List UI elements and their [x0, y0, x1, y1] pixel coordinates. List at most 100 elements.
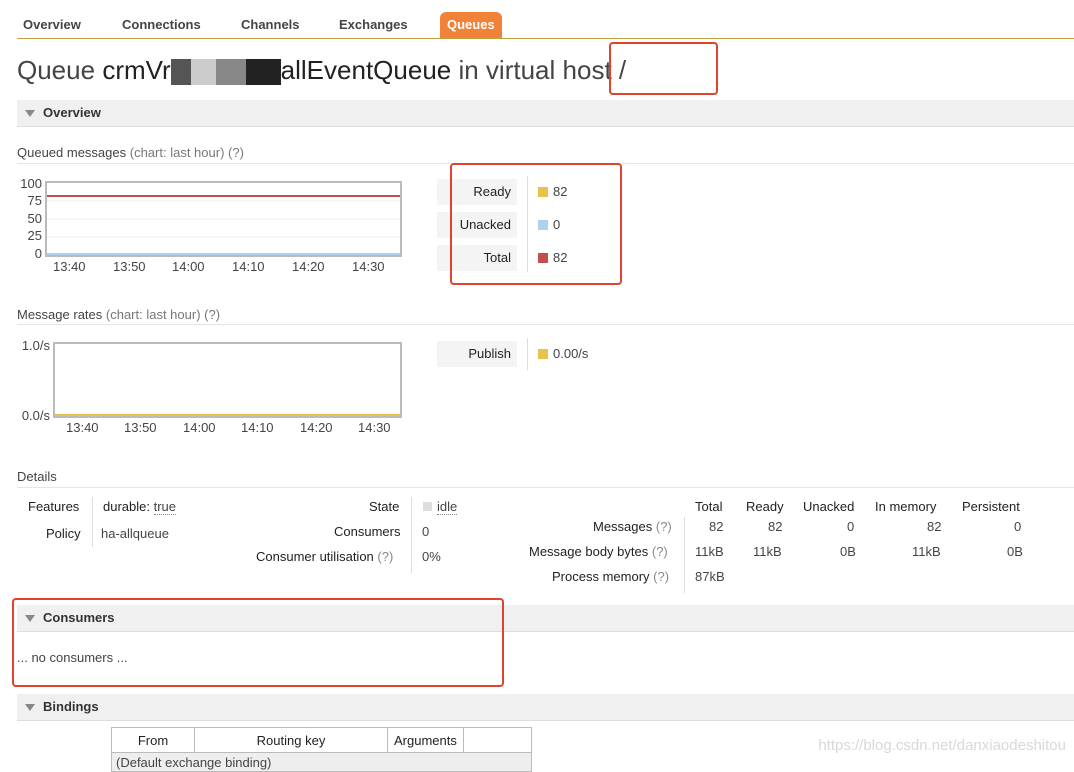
features-value: durable: true: [103, 499, 177, 515]
col-header-routing-key: Routing key: [194, 727, 388, 753]
y-tick: 100: [20, 176, 42, 191]
col-header-arguments: Arguments: [387, 727, 464, 753]
nav-tab-connections[interactable]: Connections: [122, 12, 201, 38]
collapse-triangle-icon: [25, 110, 35, 118]
row-label-body-bytes: Message body bytes (?): [529, 544, 668, 559]
queue-name-end: allEventQueue: [280, 55, 452, 85]
nav-tab-channels[interactable]: Channels: [241, 12, 300, 38]
title-prefix: Queue: [17, 55, 96, 85]
x-tick: 14:20: [292, 259, 325, 274]
message-rates-chart: [53, 342, 402, 418]
row-label-text: Messages: [593, 519, 653, 534]
col-header-persistent: Persistent: [962, 499, 1020, 514]
rates-chart-svg: [55, 414, 400, 416]
y-tick: 1.0/s: [21, 338, 50, 353]
details-separator: [92, 497, 93, 547]
rates-chart-note[interactable]: (chart: last hour): [106, 307, 201, 322]
row-label-text: Message body bytes: [529, 544, 649, 559]
queued-messages-heading: Queued messages (chart: last hour) (?): [17, 145, 244, 160]
queued-chart-note[interactable]: (chart: last hour): [130, 145, 225, 160]
stat-value-publish: 0.00/s: [553, 346, 589, 361]
table-header-row: From Routing key Arguments: [111, 727, 532, 753]
bytes-in-memory: 11kB: [912, 544, 941, 559]
y-tick: 0: [34, 246, 42, 261]
queued-heading-text: Queued messages: [17, 145, 127, 160]
row-label-messages: Messages (?): [593, 519, 672, 534]
rates-help-link[interactable]: (?): [204, 307, 220, 322]
watermark: https://blog.csdn.net/danxiaodeshitou: [818, 737, 1066, 754]
process-memory-total: 87kB: [695, 569, 725, 584]
y-tick: 25: [27, 228, 42, 243]
messages-persistent: 0: [1014, 519, 1022, 534]
col-header-in-memory: In memory: [875, 499, 937, 514]
x-tick: 14:10: [241, 420, 274, 435]
section-overview[interactable]: Overview: [17, 100, 1074, 127]
nav-tab-overview[interactable]: Overview: [23, 12, 81, 38]
x-tick: 14:20: [300, 420, 333, 435]
col-header-ready: Ready: [746, 499, 784, 514]
x-tick: 14:30: [352, 259, 385, 274]
col-header-actions: [462, 727, 532, 753]
col-header-total: Total: [695, 499, 723, 514]
utilisation-value: 0%: [422, 549, 441, 564]
consumers-label: Consumers: [334, 524, 401, 539]
nav-tab-queues[interactable]: Queues: [440, 12, 502, 38]
y-tick: 50: [27, 211, 42, 226]
bindings-table: From Routing key Arguments (Default exch…: [111, 727, 532, 772]
bytes-total: 11kB: [695, 544, 724, 559]
x-tick: 14:00: [172, 259, 205, 274]
messages-total: 82: [709, 519, 724, 534]
redacted-block: [170, 59, 281, 86]
policy-value[interactable]: ha-allqueue: [101, 526, 169, 541]
highlight-box-consumers: [12, 598, 504, 687]
x-tick: 14:00: [183, 420, 216, 435]
state-label: State: [369, 499, 400, 514]
x-tick: 13:50: [124, 420, 157, 435]
page-title: Queue crmVr allEventQueue in virtual host…: [17, 55, 626, 86]
queued-help-link[interactable]: (?): [228, 145, 244, 160]
rates-heading-text: Message rates: [17, 307, 103, 322]
col-header-from: From: [111, 727, 195, 753]
x-tick: 13:50: [113, 259, 146, 274]
utilisation-label-text: Consumer utilisation: [256, 549, 374, 564]
help-link[interactable]: (?): [656, 519, 672, 534]
features-durable-value[interactable]: true: [153, 499, 177, 515]
bytes-ready: 11kB: [753, 544, 782, 559]
consumers-value: 0: [422, 524, 430, 539]
details-separator: [411, 497, 412, 573]
row-label-text: Process memory: [552, 569, 650, 584]
section-bindings[interactable]: Bindings: [17, 694, 1074, 721]
queued-messages-chart: [45, 181, 402, 257]
table-row: (Default exchange binding): [111, 752, 532, 772]
bytes-persistent: 0B: [1007, 544, 1023, 559]
highlight-box-vhost: [609, 42, 718, 95]
help-link[interactable]: (?): [652, 544, 668, 559]
details-heading: Details: [17, 469, 57, 484]
bytes-unacked: 0B: [840, 544, 856, 559]
section-bindings-label: Bindings: [43, 699, 99, 714]
utilisation-help-link[interactable]: (?): [377, 549, 393, 564]
message-rates-heading: Message rates (chart: last hour) (?): [17, 307, 220, 322]
x-tick: 13:40: [66, 420, 99, 435]
messages-unacked: 0: [847, 519, 855, 534]
default-binding-cell: (Default exchange binding): [111, 752, 532, 772]
queued-chart-svg: [47, 195, 400, 255]
state-indicator-icon: [423, 502, 432, 511]
state-value[interactable]: idle: [437, 499, 458, 515]
features-label: Features: [28, 499, 80, 514]
legend-swatch-publish: [538, 349, 548, 359]
messages-in-memory: 82: [927, 519, 942, 534]
nav-underline: [17, 38, 1074, 39]
row-label-process-memory: Process memory (?): [552, 569, 669, 584]
y-tick: 75: [27, 193, 42, 208]
help-link[interactable]: (?): [653, 569, 669, 584]
x-tick: 14:30: [358, 420, 391, 435]
nav-tab-exchanges[interactable]: Exchanges: [339, 12, 408, 38]
highlight-box-queued-stats: [450, 163, 622, 285]
title-host-word: host: [562, 55, 612, 85]
x-tick: 14:10: [232, 259, 265, 274]
section-overview-label: Overview: [43, 105, 101, 120]
y-tick: 0.0/s: [21, 408, 50, 423]
collapse-triangle-icon: [25, 704, 35, 712]
messages-ready: 82: [768, 519, 783, 534]
